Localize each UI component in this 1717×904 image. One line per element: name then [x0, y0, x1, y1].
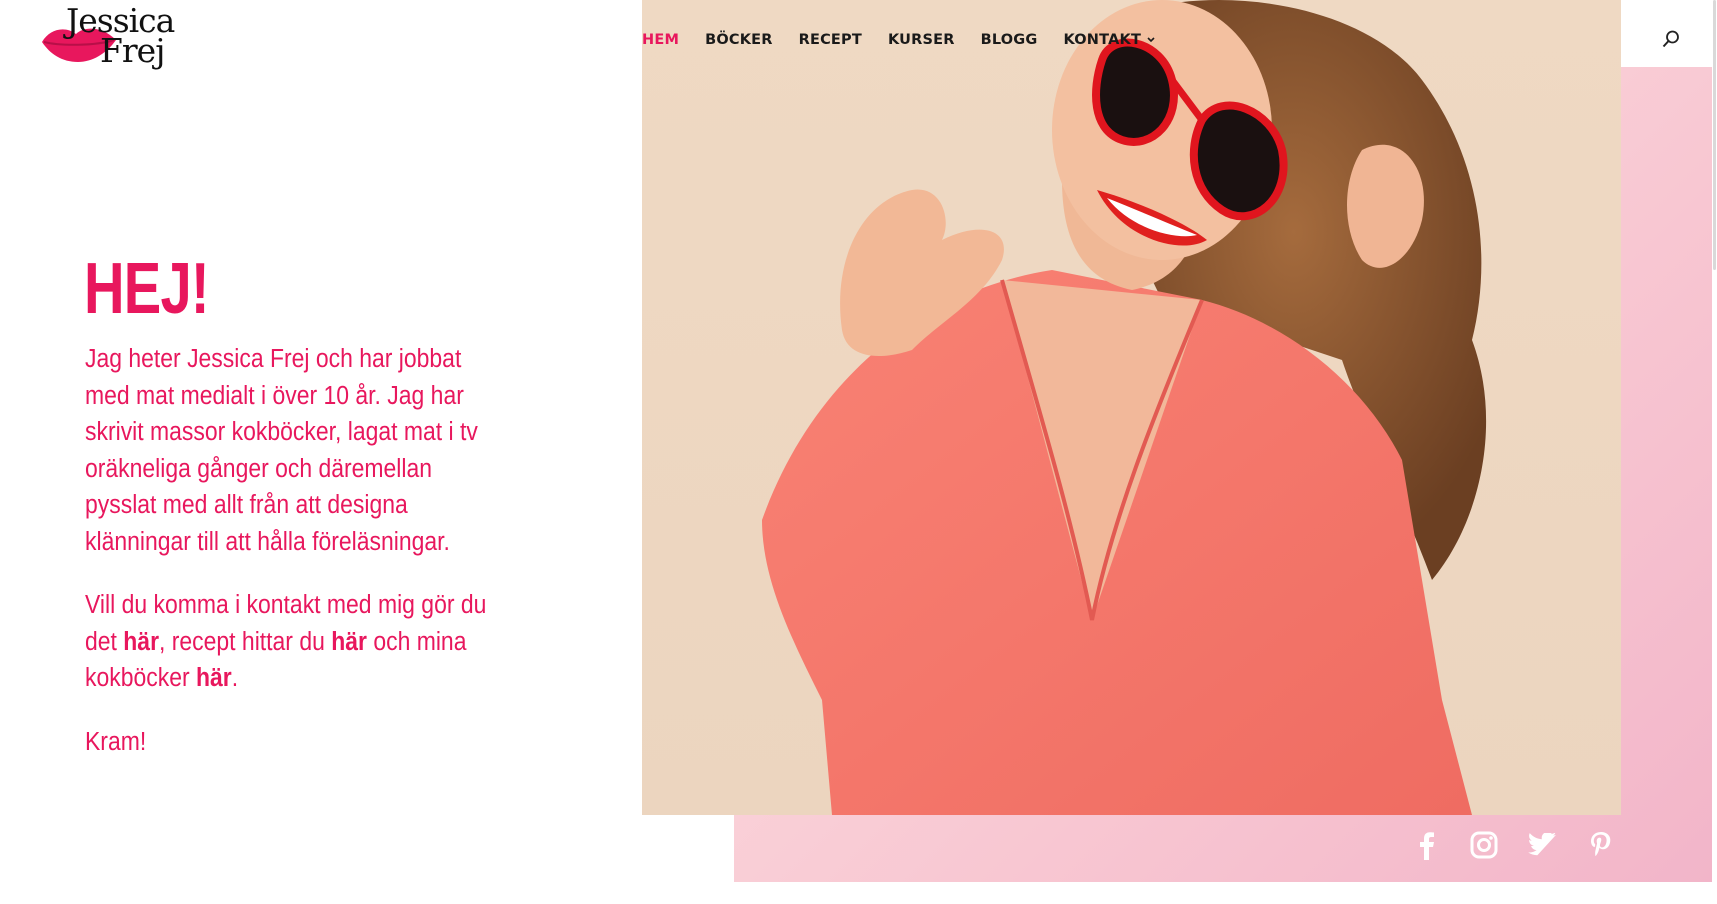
hero-photo: [642, 0, 1621, 815]
nav-item-hem[interactable]: HEM: [642, 26, 679, 54]
search-icon[interactable]: [1662, 30, 1680, 48]
facebook-icon[interactable]: [1413, 830, 1441, 860]
recipes-link[interactable]: här: [331, 628, 367, 656]
nav-item-kontakt-label: KONTAKT: [1063, 32, 1142, 48]
pinterest-icon[interactable]: [1590, 830, 1612, 860]
nav-item-bocker[interactable]: BÖCKER: [705, 26, 773, 54]
logo-line-2: Frej: [100, 31, 165, 70]
main-navigation: HEM BÖCKER RECEPT KURSER BLOGG KONTAKT: [642, 26, 1182, 54]
twitter-icon[interactable]: [1528, 833, 1558, 857]
contact-text-2: , recept hittar du: [159, 627, 332, 656]
contact-text-4: .: [231, 664, 239, 692]
hero-text: Jag heter Jessica Frej och har jobbat me…: [85, 341, 508, 787]
contact-paragraph: Vill du komma i kontakt med mig gör du d…: [85, 587, 508, 697]
chevron-down-icon: [1147, 37, 1155, 43]
site-logo[interactable]: Jessica Frej: [36, 4, 175, 70]
nav-item-blogg[interactable]: BLOGG: [981, 26, 1038, 54]
nav-item-kontakt[interactable]: KONTAKT: [1064, 26, 1157, 54]
instagram-icon[interactable]: [1470, 831, 1498, 859]
books-link[interactable]: här: [196, 664, 232, 692]
closing-text: Kram!: [85, 727, 147, 756]
logo-wordmark: Jessica Frej: [66, 4, 175, 70]
nav-item-kurser[interactable]: KURSER: [888, 26, 955, 54]
contact-link[interactable]: här: [123, 628, 159, 656]
intro-paragraph: Jag heter Jessica Frej och har jobbat me…: [85, 345, 478, 556]
nav-item-recept[interactable]: RECEPT: [799, 26, 862, 54]
woman-in-sunglasses-image: [762, 0, 1487, 815]
hero-heading: HEJ!: [84, 249, 210, 329]
scrollbar-thumb[interactable]: [1713, 0, 1716, 270]
